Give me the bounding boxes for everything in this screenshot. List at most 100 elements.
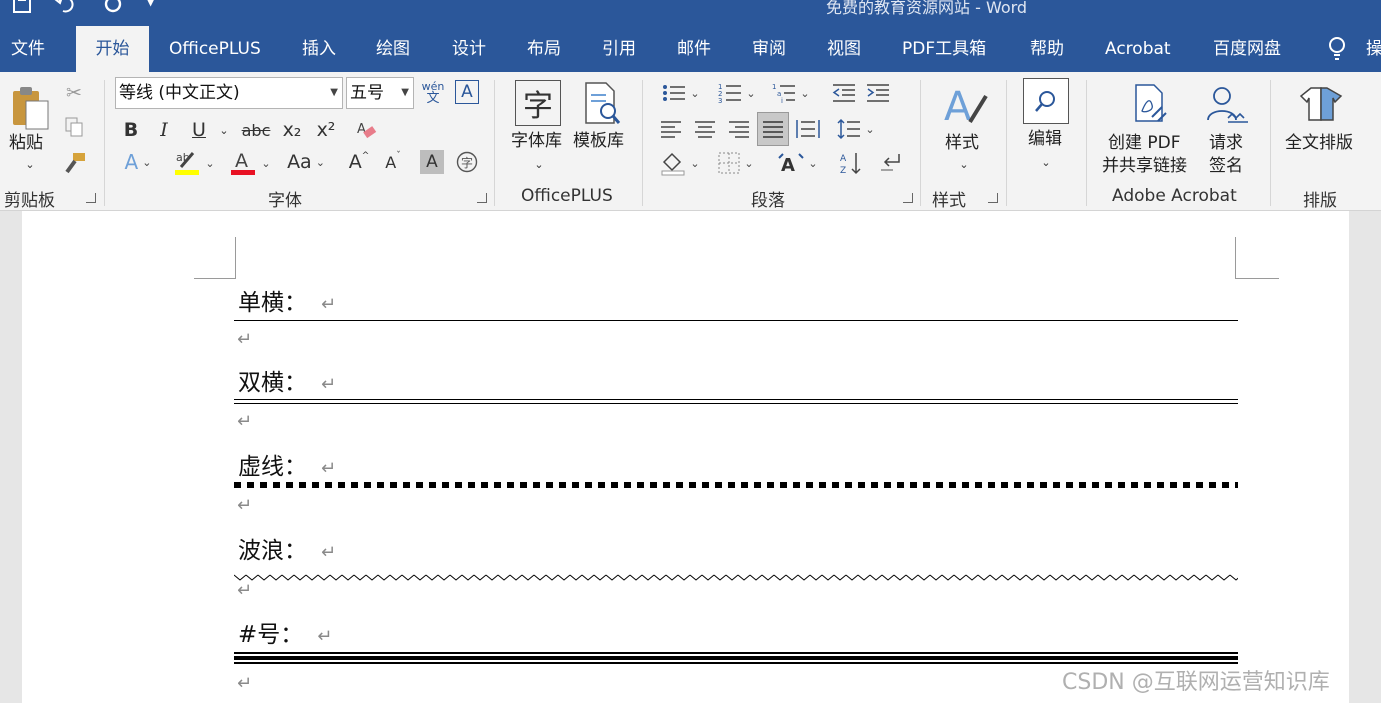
- request-signature-label-line2[interactable]: 签名: [1209, 155, 1243, 178]
- tab-officeplus[interactable]: OfficePLUS: [169, 26, 261, 72]
- create-pdf-label-line2[interactable]: 并共享链接: [1102, 155, 1187, 178]
- styles-icon[interactable]: A: [940, 80, 990, 130]
- show-marks-icon[interactable]: [876, 148, 906, 178]
- borders-button[interactable]: ⌄: [712, 148, 760, 178]
- chinese-layout-button[interactable]: A ⌄: [774, 148, 822, 178]
- hash-border-line: [234, 652, 1238, 664]
- paragraph-double-line[interactable]: 双横： ↵: [238, 363, 336, 397]
- create-pdf-icon[interactable]: [1130, 82, 1170, 128]
- decrease-indent-icon[interactable]: [830, 80, 858, 106]
- redo-icon[interactable]: [102, 0, 124, 19]
- document-page[interactable]: 单横： ↵ ↵ 双横： ↵ ↵ 虚线： ↵ ↵ 波浪： ↵ ↵ #号： ↵ ↵: [22, 211, 1349, 703]
- request-signature-icon[interactable]: [1204, 82, 1250, 128]
- multilevel-list-button[interactable]: 1 a i ⌄: [768, 80, 814, 106]
- paragraph-launcher-icon[interactable]: [903, 193, 913, 203]
- underline-button[interactable]: U: [186, 116, 212, 144]
- clipboard-launcher-icon[interactable]: [86, 193, 96, 203]
- align-left-icon[interactable]: [656, 114, 686, 144]
- cut-icon[interactable]: ✂: [62, 80, 86, 106]
- font-color-button[interactable]: A ⌄: [226, 148, 274, 178]
- chevron-down-icon[interactable]: ▼: [401, 78, 409, 108]
- align-center-icon[interactable]: [690, 114, 720, 144]
- character-shading-icon[interactable]: A: [420, 150, 444, 174]
- tab-references[interactable]: 引用: [602, 26, 636, 72]
- shrink-font-label: A: [385, 152, 397, 172]
- bullets-button[interactable]: ⌄: [658, 80, 704, 106]
- copy-icon[interactable]: [62, 114, 86, 140]
- font-name-combo[interactable]: 等线 (中文正文) ▼: [115, 77, 343, 109]
- empty-paragraph-mark: ↵: [237, 495, 253, 516]
- template-library-icon[interactable]: [580, 80, 624, 128]
- request-signature-label-line1[interactable]: 请求: [1209, 132, 1243, 155]
- styles-launcher-icon[interactable]: [988, 193, 998, 203]
- superscript-button[interactable]: x²: [312, 116, 340, 144]
- tab-review[interactable]: 审阅: [752, 26, 786, 72]
- clear-formatting-icon[interactable]: A: [352, 116, 380, 144]
- paste-label[interactable]: 粘贴: [9, 132, 43, 155]
- template-library-label[interactable]: 模板库: [573, 130, 624, 153]
- change-case-button[interactable]: Aa ⌄: [284, 148, 328, 176]
- font-size-combo[interactable]: 五号 ▼: [346, 77, 414, 109]
- tell-me-input[interactable]: 操: [1366, 26, 1381, 72]
- strikethrough-button[interactable]: abc: [240, 116, 272, 144]
- tab-file[interactable]: 文件: [11, 26, 45, 72]
- tab-design[interactable]: 设计: [452, 26, 486, 72]
- shrink-font-button[interactable]: Aˇ: [378, 148, 408, 176]
- increase-indent-icon[interactable]: [864, 80, 892, 106]
- align-right-icon[interactable]: [724, 114, 754, 144]
- underline-dropdown-icon[interactable]: ⌄: [214, 116, 234, 144]
- paragraph-mark: ↵: [321, 458, 337, 479]
- tab-mailings[interactable]: 邮件: [677, 26, 711, 72]
- paragraph-dotted-line[interactable]: 虚线： ↵: [238, 447, 336, 481]
- find-icon[interactable]: [1023, 78, 1069, 124]
- full-layout-icon[interactable]: [1296, 82, 1346, 126]
- customize-qat-icon[interactable]: ▼: [146, 0, 155, 19]
- undo-icon[interactable]: [54, 0, 80, 19]
- numbering-button[interactable]: 1 2 3 ⌄: [714, 80, 760, 106]
- tab-pdf-toolbox[interactable]: PDF工具箱: [902, 26, 986, 72]
- format-painter-icon[interactable]: [62, 150, 88, 176]
- group-divider: [494, 80, 495, 206]
- character-border-icon[interactable]: A: [455, 80, 479, 104]
- tab-baidu-netdisk[interactable]: 百度网盘: [1213, 26, 1281, 72]
- save-icon[interactable]: [12, 0, 32, 19]
- font-library-icon[interactable]: 字: [515, 80, 561, 126]
- tab-layout[interactable]: 布局: [527, 26, 561, 72]
- tab-acrobat[interactable]: Acrobat: [1105, 26, 1171, 72]
- tab-help[interactable]: 帮助: [1030, 26, 1064, 72]
- paste-dropdown-icon[interactable]: ⌄: [22, 156, 38, 172]
- sort-icon[interactable]: AZ: [836, 148, 866, 178]
- paste-icon[interactable]: [8, 82, 54, 132]
- text-effects-button[interactable]: A ⌄: [116, 148, 160, 176]
- line-spacing-button[interactable]: ⌄: [832, 114, 880, 144]
- font-library-label[interactable]: 字体库: [511, 130, 562, 153]
- phonetic-guide-icon[interactable]: wén 文: [420, 78, 446, 108]
- bold-button[interactable]: B: [118, 116, 144, 144]
- create-pdf-label-line1[interactable]: 创建 PDF: [1108, 132, 1181, 155]
- tab-view[interactable]: 视图: [827, 26, 861, 72]
- tab-home[interactable]: 开始: [76, 26, 149, 72]
- paragraph-hash-line[interactable]: #号： ↵: [238, 615, 332, 649]
- shading-button[interactable]: ⌄: [656, 148, 704, 178]
- tab-insert[interactable]: 插入: [302, 26, 336, 72]
- highlight-button[interactable]: ab ⌄: [170, 148, 218, 178]
- enclose-characters-icon[interactable]: 字: [455, 150, 479, 174]
- full-layout-label[interactable]: 全文排版: [1285, 132, 1353, 155]
- empty-paragraph-mark: ↵: [237, 329, 253, 350]
- styles-label[interactable]: 样式: [945, 132, 979, 155]
- styles-dropdown-icon[interactable]: ⌄: [956, 156, 972, 172]
- justify-icon[interactable]: [757, 112, 789, 146]
- paragraph-single-line[interactable]: 单横： ↵: [238, 283, 336, 317]
- lightbulb-icon[interactable]: [1327, 36, 1347, 62]
- tab-draw[interactable]: 绘图: [376, 26, 410, 72]
- editing-dropdown-icon[interactable]: ⌄: [1038, 154, 1054, 170]
- font-library-dropdown-icon[interactable]: ⌄: [531, 156, 547, 172]
- italic-button[interactable]: I: [151, 116, 177, 144]
- editing-label[interactable]: 编辑: [1028, 128, 1062, 151]
- distributed-icon[interactable]: [793, 114, 823, 144]
- grow-font-button[interactable]: A ^: [344, 148, 374, 176]
- chevron-down-icon[interactable]: ▼: [330, 78, 338, 108]
- paragraph-wavy-line[interactable]: 波浪： ↵: [238, 531, 336, 565]
- subscript-button[interactable]: x₂: [278, 116, 306, 144]
- font-launcher-icon[interactable]: [477, 193, 487, 203]
